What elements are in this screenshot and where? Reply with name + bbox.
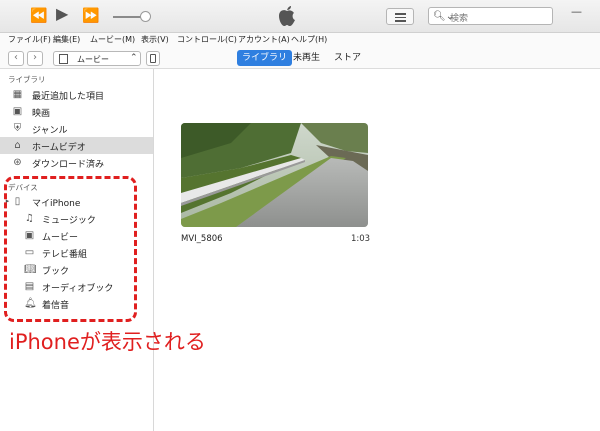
iphone-icon: [150, 54, 156, 63]
menu-help[interactable]: ヘルプ(H): [291, 34, 327, 45]
search-field[interactable]: 🔍︎⌄ 検索: [428, 7, 553, 25]
video-title: MVI_5806: [181, 234, 223, 244]
menu-controls[interactable]: コントロール(C): [177, 34, 237, 45]
forward-button[interactable]: ›: [27, 51, 43, 66]
home-video-icon: ⌂: [14, 140, 21, 151]
apple-logo-icon: [279, 6, 295, 26]
back-button[interactable]: ‹: [8, 51, 24, 66]
sidebar-item-movies[interactable]: ▣ 映画: [0, 103, 153, 120]
navigation-bar: ‹ › ムービー ⌃ ライブラリ 未再生 ストア: [0, 47, 600, 69]
tab-library[interactable]: ライブラリ: [237, 50, 293, 66]
video-duration: 1:03: [351, 234, 371, 244]
calendar-grid-icon: ▦: [12, 89, 23, 100]
sidebar-item-label: 映画: [32, 109, 51, 119]
genre-icon: ⛨: [13, 123, 22, 134]
sidebar-item-label: ホームビデオ: [32, 143, 86, 153]
player-toolbar: ⏪ ▶ ⏩ 🔍︎⌄ 検索 —: [0, 0, 600, 33]
tab-unplayed[interactable]: 未再生: [288, 50, 325, 66]
sidebar-item-genre[interactable]: ⛨ ジャンル: [0, 120, 153, 137]
menu-bar: ファイル(F) 編集(E) ムービー(M) 表示(V) コントロール(C) アカ…: [0, 33, 600, 47]
menu-file[interactable]: ファイル(F): [8, 34, 51, 45]
library-header: ライブラリ: [8, 75, 46, 84]
film-icon: ▣: [12, 106, 23, 117]
menu-account[interactable]: アカウント(A): [238, 34, 290, 45]
sidebar-item-label: ダウンロード済み: [32, 160, 105, 170]
sidebar-item-downloaded[interactable]: ⊛ ダウンロード済み: [0, 154, 153, 171]
rewind-icon[interactable]: ⏪: [30, 8, 47, 24]
sidebar-item-home-video[interactable]: ⌂ ホームビデオ: [0, 137, 153, 154]
sidebar-item-label: ジャンル: [32, 126, 68, 136]
search-placeholder: 検索: [450, 14, 469, 24]
highlight-annotation-box: [4, 176, 137, 322]
video-thumbnail[interactable]: [181, 123, 368, 227]
chevron-down-icon: ⌃: [130, 53, 138, 63]
film-icon: [59, 54, 68, 64]
tab-store[interactable]: ストア: [329, 50, 366, 66]
sidebar-item-label: 最近追加した項目: [32, 92, 105, 102]
play-icon[interactable]: ▶: [56, 6, 68, 22]
fast-forward-icon[interactable]: ⏩: [82, 8, 99, 24]
sidebar-item-recently-added[interactable]: ▦ 最近追加した項目: [0, 86, 153, 103]
media-type-select[interactable]: ムービー ⌃: [53, 51, 141, 66]
menu-edit[interactable]: 編集(E): [53, 34, 80, 45]
minimize-button[interactable]: —: [571, 5, 582, 18]
device-button[interactable]: [146, 51, 160, 66]
menu-movie[interactable]: ムービー(M): [90, 34, 135, 45]
annotation-caption: iPhoneが表示される: [9, 330, 206, 354]
volume-knob[interactable]: [140, 11, 151, 22]
download-icon: ⊛: [13, 157, 22, 168]
menu-view[interactable]: 表示(V): [141, 34, 169, 45]
media-type-label: ムービー: [77, 55, 109, 64]
list-view-button[interactable]: [386, 8, 414, 25]
